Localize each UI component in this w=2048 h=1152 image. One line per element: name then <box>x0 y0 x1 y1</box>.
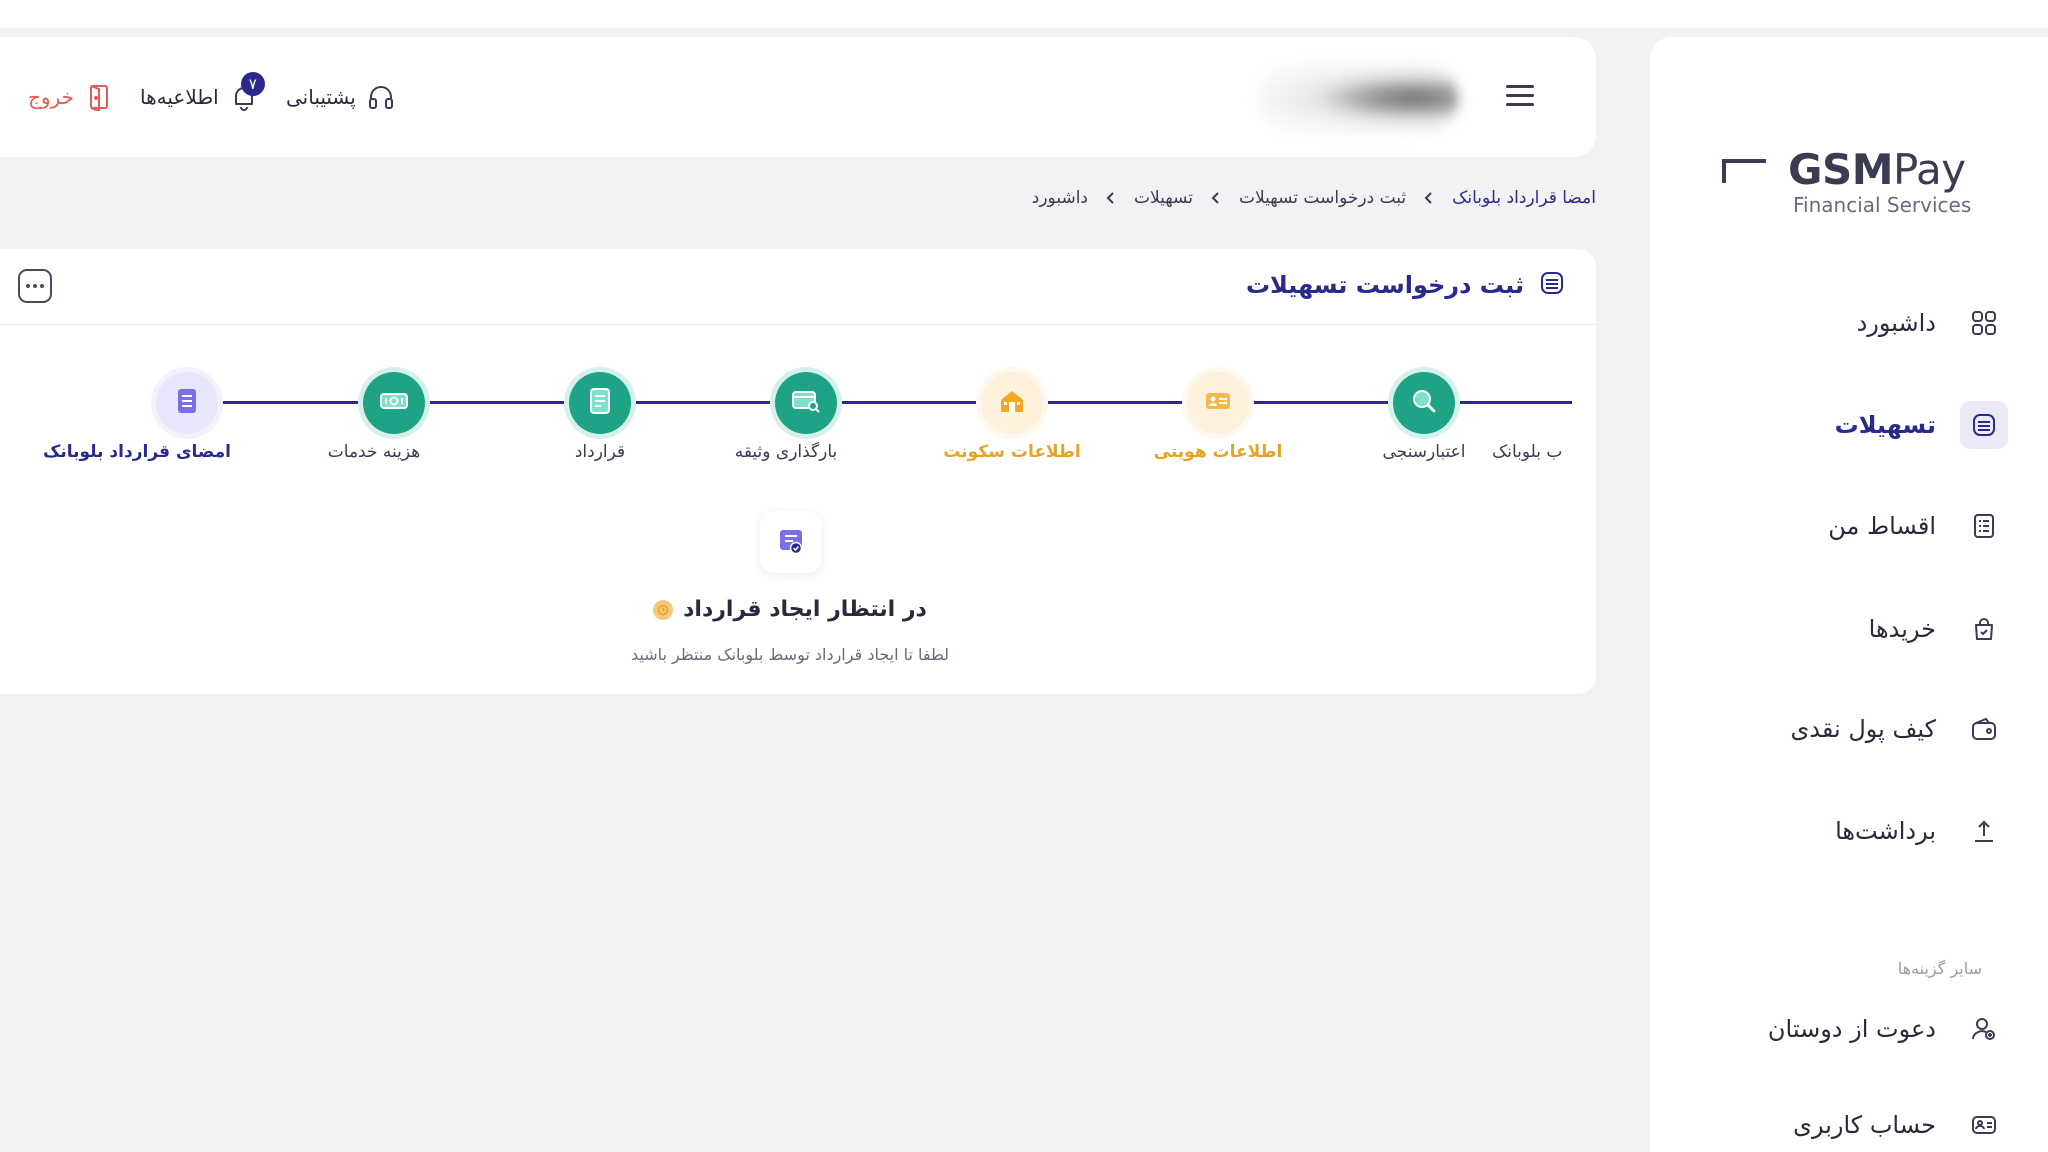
headset-icon <box>364 80 398 114</box>
id-card-icon <box>1203 386 1233 420</box>
sidebar-item-account[interactable]: حساب کاربری <box>1708 1097 2008 1152</box>
status-title: در انتظار ایجاد قرارداد <box>683 597 927 622</box>
sidebar-item-label: حساب کاربری <box>1793 1111 1936 1139</box>
sidebar-item-withdrawals[interactable]: برداشت‌ها <box>1708 803 2008 859</box>
document-icon <box>173 386 201 420</box>
step-label: اعتبارسنجی <box>1382 442 1466 462</box>
list-icon <box>1960 502 2008 550</box>
chevron-left-icon <box>1106 191 1116 205</box>
card-stack-icon <box>1960 401 2008 449</box>
sidebar-item-label: دعوت از دوستان <box>1767 1015 1936 1043</box>
breadcrumb: داشبورد تسهیلات ثبت درخواست تسهیلات امضا… <box>1032 188 1596 208</box>
logo-mark <box>1722 159 1766 183</box>
step-label: امضای قرارداد بلوبانک <box>42 442 232 462</box>
grid-icon <box>1960 299 2008 347</box>
status-title-row: در انتظار ایجاد قرارداد <box>560 597 1020 622</box>
sidebar-item-invite-friends[interactable]: دعوت از دوستان <box>1708 1001 2008 1057</box>
step-bluebank-contract-signing[interactable] <box>156 372 218 434</box>
breadcrumb-current: امضا قرارداد بلوبانک <box>1452 188 1596 208</box>
bell-icon: ۷ <box>227 72 265 114</box>
sidebar-item-label: برداشت‌ها <box>1835 817 1936 845</box>
support-label: پشتیبانی <box>286 85 356 109</box>
chevron-left-icon <box>1424 191 1434 205</box>
breadcrumb-facilities[interactable]: تسهیلات <box>1134 188 1193 208</box>
step-service-fee[interactable] <box>363 372 425 434</box>
document-icon <box>586 386 614 420</box>
step-credit-check[interactable] <box>1393 372 1455 434</box>
top-header: پشتیبانی ۷ اطلاعیه‌ها خروج <box>0 37 1596 157</box>
breadcrumb-dashboard[interactable]: داشبورد <box>1032 188 1088 208</box>
step-label: اطلاعات هویتی <box>1153 442 1283 462</box>
bag-icon <box>1960 605 2008 653</box>
logout-door-icon <box>82 80 116 114</box>
sidebar-item-label: کیف پول نقدی <box>1790 715 1937 743</box>
sidebar-item-label: خریدها <box>1868 615 1936 643</box>
breadcrumb-loan-request[interactable]: ثبت درخواست تسهیلات <box>1239 188 1406 208</box>
sidebar-item-wallet[interactable]: کیف پول نقدی <box>1708 701 2008 757</box>
card-header: ثبت درخواست تسهیلات <box>0 249 1596 325</box>
step-collateral-upload[interactable] <box>775 372 837 434</box>
status-description: لطفا تا ایجاد قرارداد توسط بلوبانک منتظر… <box>630 645 950 664</box>
id-card-icon <box>1960 1101 2008 1149</box>
logo-title: GSMPay <box>1788 145 1966 194</box>
loan-request-card: ثبت درخواست تسهیلات ب بلوبانک اعتبارسنجی… <box>0 249 1596 694</box>
sidebar: GSMPay Financial Services داشبورد تسهیلا… <box>1650 37 2048 1152</box>
sidebar-item-label: تسهیلات <box>1834 411 1936 439</box>
step-label: هزینه خدمات <box>327 442 421 462</box>
upload-icon <box>1960 807 2008 855</box>
card-stack-icon <box>1538 269 1566 301</box>
chevron-left-icon <box>1211 191 1221 205</box>
pending-clock-icon <box>653 599 674 620</box>
sidebar-item-label: داشبورد <box>1856 309 1936 337</box>
logout-button[interactable]: خروج <box>28 77 116 117</box>
sidebar-item-installments[interactable]: اقساط من <box>1708 498 2008 554</box>
notifications-button[interactable]: ۷ اطلاعیه‌ها <box>140 72 265 117</box>
brand-logo[interactable]: GSMPay Financial Services <box>1722 115 1982 217</box>
notifications-badge: ۷ <box>240 72 265 96</box>
house-icon <box>997 386 1027 420</box>
logo-tagline: Financial Services <box>1793 193 1972 217</box>
invite-user-icon <box>1960 1005 2008 1053</box>
banknote-icon <box>378 386 410 420</box>
user-profile-blurred[interactable] <box>1258 63 1458 133</box>
step-contract[interactable] <box>569 372 631 434</box>
window-top-strip <box>0 0 2048 28</box>
step-label: قرارداد <box>574 442 626 462</box>
sidebar-item-facilities[interactable]: تسهیلات <box>1708 397 2008 453</box>
support-button[interactable]: پشتیبانی <box>286 77 398 117</box>
more-options-button[interactable] <box>18 269 52 303</box>
step-residence-info[interactable] <box>981 372 1043 434</box>
card-title: ثبت درخواست تسهیلات <box>1245 271 1524 299</box>
sidebar-item-purchases[interactable]: خریدها <box>1708 601 2008 657</box>
wallet-icon <box>1960 705 2008 753</box>
logout-label: خروج <box>28 85 74 109</box>
card-search-icon <box>790 386 822 420</box>
step-label: اطلاعات سکونت <box>943 442 1081 462</box>
step-identity-info[interactable] <box>1187 372 1249 434</box>
notifications-label: اطلاعیه‌ها <box>140 85 219 109</box>
sidebar-section-title: سایر گزینه‌ها <box>1897 959 1982 978</box>
contract-pending-icon <box>760 511 822 573</box>
menu-toggle-button[interactable] <box>1506 85 1534 107</box>
step-label: بارگذاری وثیقه <box>734 442 838 462</box>
sidebar-item-label: اقساط من <box>1828 512 1936 540</box>
card-title-wrap: ثبت درخواست تسهیلات <box>1246 269 1566 301</box>
sidebar-item-dashboard[interactable]: داشبورد <box>1708 295 2008 351</box>
search-icon <box>1409 386 1439 420</box>
